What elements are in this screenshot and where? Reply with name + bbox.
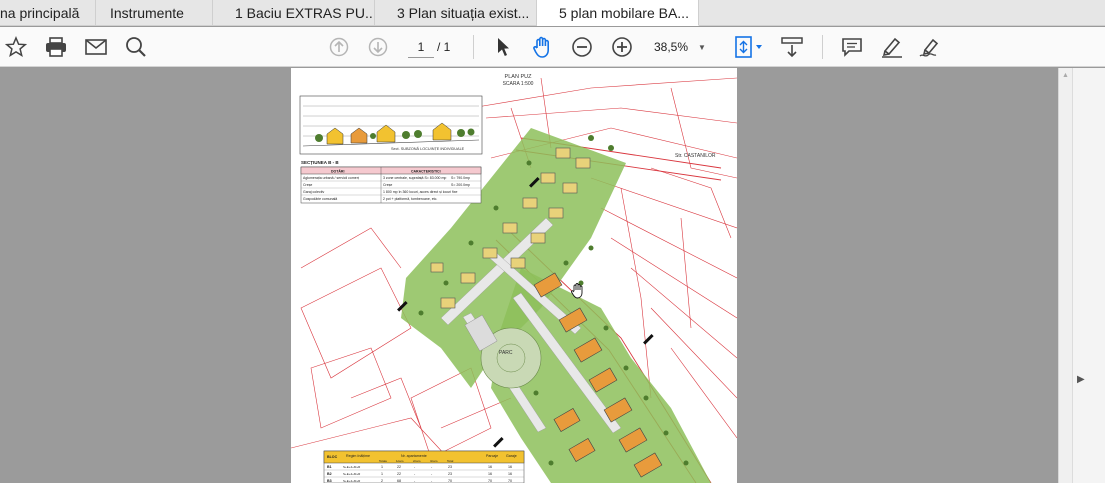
bloc-subheader: Totale: [379, 459, 387, 463]
bloc-table: BLOC Regim înălțime Nr. apartamente Parc…: [323, 450, 525, 483]
tab-label: Instrumente: [110, 5, 184, 21]
search-zoom-icon[interactable]: [124, 27, 148, 67]
bloc-cell: 1: [381, 465, 383, 469]
bloc-subheader: Total: [447, 459, 454, 463]
dotari-cell: Aglomerația urbană / servicii comerț: [303, 176, 359, 180]
dotari-cell: 3 zone centrale, suprafață S= 83.000 mp: [383, 176, 446, 180]
page-total: / 1: [437, 40, 451, 54]
toolbar-separator: [822, 35, 823, 59]
bloc-cell: 70: [508, 479, 512, 483]
fit-page-icon[interactable]: [732, 27, 766, 67]
dotari-cell: S= 200.0mp: [451, 183, 470, 187]
sign-icon[interactable]: [919, 27, 943, 67]
bloc-header: Nr. apartamente: [401, 454, 427, 458]
tab-document-3[interactable]: 3 Plan situația exist...: [375, 0, 537, 26]
bloc-cell: 70: [448, 479, 452, 483]
site-plan-drawing: PLAN PUZ SCARA 1:500 PARC Str. CASTANILO…: [291, 74, 737, 483]
bloc-cell: S+E+4+M+R: [343, 479, 361, 483]
bloc-cell: 22: [397, 472, 401, 476]
tab-label: 1 Baciu EXTRAS PU...: [235, 5, 375, 21]
star-icon[interactable]: [4, 27, 28, 67]
bloc-cell: B3: [327, 479, 332, 483]
bloc-cell: 16: [488, 472, 492, 476]
bloc-cell: 70: [488, 479, 492, 483]
print-icon[interactable]: [44, 27, 68, 67]
section-title: SECȚIUNEA B - B: [301, 160, 339, 165]
dotari-cell: Creșe: [303, 183, 312, 187]
tab-document-1[interactable]: 1 Baciu EXTRAS PU...: [213, 0, 375, 26]
scroll-mode-icon[interactable]: [780, 27, 804, 67]
dotari-table: DOTĂRI CARACTERISTICI Aglomerația urbană…: [300, 166, 482, 204]
zoom-level-select[interactable]: 38,5% ▼: [654, 36, 714, 58]
bloc-subheader: 1cam.: [396, 459, 404, 463]
dotari-cell: 2 pct + platformă, tomberoane, etc.: [383, 197, 437, 201]
chevron-down-icon: ▼: [698, 42, 706, 52]
tab-label: 5 plan mobilare BA...: [559, 4, 689, 21]
zoom-value: 38,5%: [654, 40, 689, 54]
dotari-cell: Creșe: [383, 183, 392, 187]
plan-scale: SCARA 1:500: [503, 81, 534, 87]
tab-label: na principală: [0, 5, 80, 21]
highlight-pen-icon[interactable]: [880, 27, 904, 67]
bloc-cell: 16: [508, 465, 512, 469]
toolbar-separator: [473, 35, 474, 59]
bloc-cell: 22: [397, 465, 401, 469]
bloc-cell: 16: [488, 465, 492, 469]
dotari-header: DOTĂRI: [331, 169, 344, 174]
expand-right-pane-icon[interactable]: ▶: [1077, 374, 1085, 385]
page-down-icon[interactable]: [367, 27, 389, 67]
tab-label: 3 Plan situația exist...: [397, 5, 530, 21]
street-label: Str. CASTANILOR: [675, 153, 716, 159]
dotari-cell: 1 800 mp în 360 locuri, acces direct și …: [383, 190, 458, 194]
bloc-cell: S+E+4+M+R: [343, 465, 361, 469]
bloc-cell: 1: [381, 472, 383, 476]
bloc-header: Garaje: [506, 454, 517, 458]
toolbar: 1 / 1 38,5% ▼: [0, 27, 1105, 67]
page-number-input[interactable]: 1: [408, 36, 434, 58]
bloc-cell: 2: [381, 479, 383, 483]
scroll-up-icon[interactable]: ▲: [1062, 72, 1069, 79]
right-pane-collapsed: ▶: [1072, 68, 1105, 483]
park-label: PARC: [499, 350, 513, 356]
bloc-cell: B2: [327, 472, 332, 476]
tab-document-5[interactable]: 5 plan mobilare BA... ×: [537, 0, 699, 26]
bloc-cell: B1: [327, 465, 332, 469]
vertical-scrollbar[interactable]: ▲: [1058, 68, 1072, 483]
dotari-cell: Garaj colectiv: [303, 190, 324, 194]
zoom-out-icon[interactable]: [570, 27, 594, 67]
bloc-cell: 23: [448, 472, 452, 476]
select-cursor-icon[interactable]: [493, 27, 513, 67]
zoom-in-icon[interactable]: [610, 27, 634, 67]
hand-tool-icon[interactable]: [530, 27, 554, 67]
section-caption: Sect. SUBZONĂ LOCUINȚE INDIVIDUALE: [391, 147, 465, 151]
bloc-cell: S+E+4+M+R: [343, 472, 361, 476]
bloc-cell: 16: [508, 472, 512, 476]
plan-title: PLAN PUZ: [505, 74, 533, 80]
pdf-page[interactable]: PLAN PUZ SCARA 1:500 PARC Str. CASTANILO…: [291, 68, 737, 483]
tab-home[interactable]: na principală: [0, 0, 96, 26]
dotari-cell: Gospodărie comunală: [303, 197, 337, 201]
bloc-subheader: 3cam.: [430, 459, 438, 463]
tab-tools[interactable]: Instrumente: [96, 0, 213, 26]
mail-icon[interactable]: [84, 27, 108, 67]
bloc-subheader: 2cam.: [413, 459, 421, 463]
dotari-cell: S= 790.0mp: [451, 176, 470, 180]
bloc-header: Regim înălțime: [346, 454, 370, 458]
page-up-icon[interactable]: [328, 27, 350, 67]
bloc-cell: 68: [397, 479, 401, 483]
dotari-header: CARACTERISTICI: [411, 170, 441, 174]
bloc-header: BLOC: [327, 455, 338, 459]
comment-icon[interactable]: [840, 27, 864, 67]
bloc-cell: 23: [448, 465, 452, 469]
section-sketch: Sect. SUBZONĂ LOCUINȚE INDIVIDUALE: [299, 95, 483, 155]
tab-bar: na principală Instrumente 1 Baciu EXTRAS…: [0, 0, 1105, 26]
bloc-header: Parcaje: [486, 454, 498, 458]
